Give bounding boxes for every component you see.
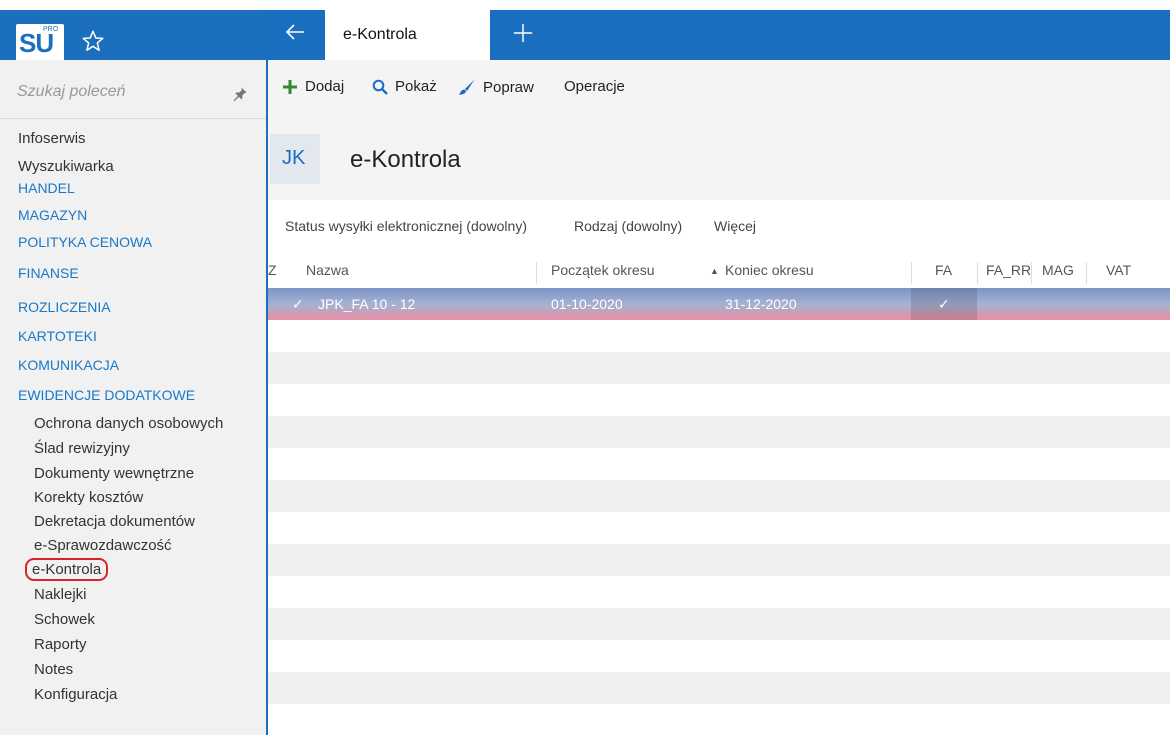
- sidebar-item-ochrona-danych[interactable]: Ochrona danych osobowych: [34, 415, 223, 432]
- toolbar: Dodaj Pokaż Popraw Operacje: [268, 60, 1170, 116]
- empty-row: [268, 704, 1170, 736]
- sidebar-section-rozliczenia[interactable]: ROZLICZENIA: [18, 299, 111, 315]
- cell-fa: ✓: [938, 296, 950, 312]
- sidebar-item-raporty[interactable]: Raporty: [34, 636, 87, 653]
- module-badge: JK: [270, 134, 320, 184]
- filter-bar: Status wysyłki elektronicznej (dowolny) …: [268, 200, 1170, 256]
- sidebar-item-korekty-kosztow[interactable]: Korekty kosztów: [34, 489, 143, 506]
- logo-superscript: PRO: [43, 26, 59, 33]
- column-header-fa-rr[interactable]: FA_RR: [986, 262, 1031, 278]
- edit-label: Popraw: [483, 78, 534, 96]
- sidebar-item-slad-rewizyjny[interactable]: Ślad rewizyjny: [34, 440, 130, 457]
- tab-bar: e-Kontrola: [268, 10, 1170, 60]
- empty-row: [268, 320, 1170, 352]
- empty-row: [268, 640, 1170, 672]
- column-header-mag[interactable]: MAG: [1042, 262, 1074, 278]
- sidebar-section-kartoteki[interactable]: KARTOTEKI: [18, 328, 97, 344]
- show-label: Pokaż: [395, 78, 437, 95]
- empty-row: [268, 544, 1170, 576]
- sidebar-item-naklejki[interactable]: Naklejki: [34, 586, 87, 603]
- operations-button[interactable]: Operacje: [564, 78, 625, 95]
- sidebar-item-dekretacja[interactable]: Dekretacja dokumentów: [34, 513, 195, 530]
- sidebar-section-magazyn[interactable]: MAGAZYN: [18, 207, 87, 223]
- add-button[interactable]: Dodaj: [282, 78, 344, 95]
- brush-icon: [459, 79, 475, 95]
- sidebar-item-notes[interactable]: Notes: [34, 661, 73, 678]
- back-arrow-icon[interactable]: [283, 20, 307, 44]
- sidebar-section-finanse[interactable]: FINANSE: [18, 265, 79, 281]
- new-tab-plus-icon[interactable]: [512, 22, 534, 44]
- sidebar-item-e-kontrola[interactable]: e-Kontrola: [24, 558, 109, 581]
- title-bar-left: SU PRO: [0, 10, 268, 62]
- sidebar-item-konfiguracja[interactable]: Konfiguracja: [34, 686, 117, 703]
- cell-nazwa: JPK_FA 10 - 12: [318, 296, 416, 312]
- sidebar-item-e-sprawozdawczosc[interactable]: e-Sprawozdawczość: [34, 537, 172, 554]
- empty-row: [268, 416, 1170, 448]
- column-separator: [536, 262, 537, 284]
- tab-e-kontrola[interactable]: e-Kontrola: [325, 10, 490, 60]
- main-panel: Dodaj Pokaż Popraw Operacje JK e-Kontrol…: [268, 60, 1170, 735]
- sidebar-item-schowek[interactable]: Schowek: [34, 611, 95, 628]
- module-badge-text: JK: [282, 147, 306, 169]
- column-separator: [977, 262, 978, 284]
- status-filter[interactable]: Status wysyłki elektronicznej (dowolny): [285, 218, 527, 234]
- cell-koniec: 31-12-2020: [725, 296, 797, 312]
- empty-row: [268, 576, 1170, 608]
- cell-poczatek: 01-10-2020: [551, 296, 623, 312]
- sort-ascending-icon: ▲: [710, 266, 719, 276]
- more-filters[interactable]: Więcej: [714, 218, 756, 234]
- command-search[interactable]: Szukaj poleceń: [0, 66, 266, 119]
- operations-label: Operacje: [564, 78, 625, 95]
- sidebar-section-komunikacja[interactable]: KOMUNIKACJA: [18, 357, 119, 373]
- cell-z: ✓: [292, 296, 304, 312]
- add-label: Dodaj: [305, 78, 345, 95]
- sidebar-section-handel[interactable]: HANDEL: [18, 180, 75, 196]
- column-header-nazwa[interactable]: Nazwa: [306, 262, 349, 278]
- empty-row: [268, 608, 1170, 640]
- column-header-koniec[interactable]: Koniec okresu: [725, 262, 814, 278]
- sidebar: Szukaj poleceń Infoserwis Wyszukiwarka H…: [0, 60, 266, 735]
- show-button[interactable]: Pokaż: [372, 78, 437, 95]
- page-header: JK e-Kontrola: [268, 116, 1170, 201]
- empty-row: [268, 448, 1170, 480]
- data-grid: Z Nazwa Początek okresu ▲ Koniec okresu …: [268, 256, 1170, 735]
- sidebar-item-wyszukiwarka[interactable]: Wyszukiwarka: [18, 158, 114, 175]
- edit-button[interactable]: Popraw: [458, 78, 534, 96]
- type-filter[interactable]: Rodzaj (dowolny): [574, 218, 682, 234]
- search-icon: [372, 79, 388, 95]
- tab-label: e-Kontrola: [343, 26, 417, 43]
- sidebar-section-ewidencje-dodatkowe[interactable]: EWIDENCJE DODATKOWE: [18, 387, 195, 403]
- column-header-poczatek[interactable]: Początek okresu: [551, 262, 655, 278]
- empty-row: [268, 672, 1170, 704]
- sidebar-item-dokumenty-wewnetrzne[interactable]: Dokumenty wewnętrzne: [34, 465, 194, 482]
- plus-icon: [283, 79, 297, 94]
- pin-icon[interactable]: [232, 86, 248, 102]
- search-input[interactable]: Szukaj poleceń: [17, 83, 126, 101]
- favorites-star-icon[interactable]: [80, 28, 106, 54]
- grid-header: Z Nazwa Początek okresu ▲ Koniec okresu …: [268, 256, 1170, 288]
- empty-row: [268, 384, 1170, 416]
- column-header-fa[interactable]: FA: [935, 262, 952, 278]
- table-row[interactable]: ✓ JPK_FA 10 - 12 01-10-2020 31-12-2020 ✓: [268, 288, 1170, 320]
- column-header-z[interactable]: Z: [268, 262, 277, 278]
- column-header-vat[interactable]: VAT: [1106, 262, 1131, 278]
- empty-row: [268, 512, 1170, 544]
- page-title: e-Kontrola: [350, 146, 461, 173]
- sidebar-item-infoserwis[interactable]: Infoserwis: [18, 130, 86, 147]
- empty-row: [268, 352, 1170, 384]
- sidebar-section-polityka-cenowa[interactable]: POLITYKA CENOWA: [18, 234, 152, 250]
- title-bar: SU PRO e-Kontrola: [0, 0, 1170, 62]
- empty-row: [268, 480, 1170, 512]
- column-separator: [911, 262, 912, 284]
- column-separator: [1086, 262, 1087, 284]
- app-logo[interactable]: SU PRO: [16, 24, 64, 62]
- column-separator: [1031, 262, 1032, 284]
